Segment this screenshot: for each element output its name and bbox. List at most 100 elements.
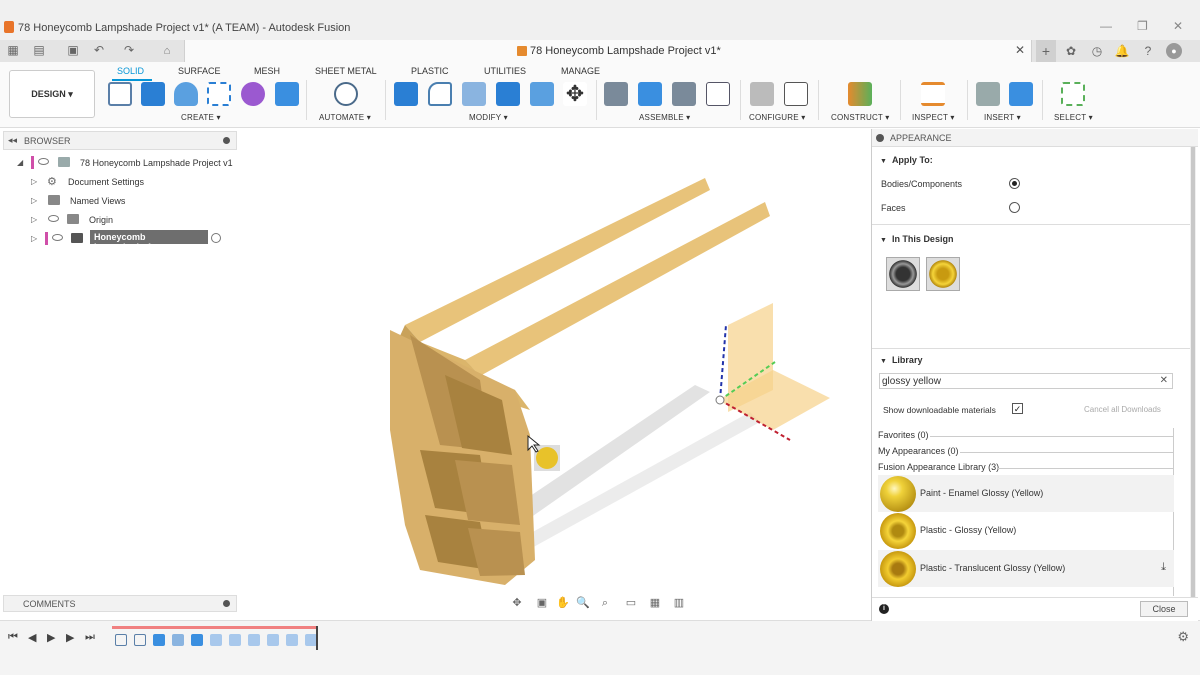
design-appearance-swatch[interactable]	[886, 257, 920, 291]
configure-group-label[interactable]: CONFIGURE ▾	[749, 113, 805, 122]
library-heading[interactable]: ▼ Library	[880, 355, 922, 365]
comments-pin-icon[interactable]	[223, 600, 230, 607]
move-icon[interactable]: ✥	[563, 82, 587, 106]
combine-icon[interactable]	[530, 82, 554, 106]
apply-to-heading[interactable]: ▼ Apply To:	[880, 155, 933, 165]
tab-solid[interactable]: SOLID	[117, 66, 144, 76]
in-this-design-heading[interactable]: ▼ In This Design	[880, 234, 953, 244]
create-sketch-icon[interactable]	[108, 82, 132, 106]
expand-arrow-icon[interactable]: ▷	[31, 234, 37, 243]
panel-scrollbar[interactable]	[1190, 147, 1196, 597]
list-item-fusion-library[interactable]: Fusion Appearance Library (3)	[878, 462, 1174, 472]
create-group-label[interactable]: CREATE ▾	[181, 113, 221, 122]
insert-image-icon[interactable]	[1009, 82, 1033, 106]
timeline-fillet[interactable]	[229, 634, 241, 646]
profile-avatar[interactable]: ●	[1166, 43, 1182, 59]
document-tab[interactable]: 78 Honeycomb Lampshade Project v1* ✕	[184, 40, 1032, 62]
visibility-eye-icon[interactable]	[48, 215, 59, 222]
orbit-icon[interactable]: ✥	[510, 596, 524, 610]
extrude-icon[interactable]	[141, 82, 165, 106]
box-icon[interactable]	[275, 82, 299, 106]
collapse-arrow-icon[interactable]: ▼	[880, 158, 887, 165]
timeline-fillet[interactable]	[286, 634, 298, 646]
comments-panel-header[interactable]: COMMENTS	[3, 595, 237, 612]
timeline-marker[interactable]	[316, 626, 318, 650]
workspace-switcher[interactable]: DESIGN ▾	[9, 70, 95, 118]
press-pull-icon[interactable]	[394, 82, 418, 106]
extensions-icon[interactable]: ✿	[1063, 43, 1079, 59]
construct-group-label[interactable]: CONSTRUCT ▾	[831, 113, 890, 122]
assemble-group-label[interactable]: ASSEMBLE ▾	[639, 113, 690, 122]
timeline-prev-icon[interactable]: ◀	[28, 631, 36, 644]
clear-search-icon[interactable]: ✕	[1160, 375, 1168, 386]
viewports-icon[interactable]: ▥	[672, 596, 686, 610]
timeline-sketch[interactable]	[115, 634, 127, 646]
new-component-icon[interactable]	[604, 82, 628, 106]
visibility-eye-icon[interactable]	[38, 158, 49, 165]
insert-group-label[interactable]: INSERT ▾	[984, 113, 1021, 122]
insert-derive-icon[interactable]	[976, 82, 1000, 106]
pan-icon[interactable]: ✋	[556, 596, 570, 610]
browser-item-honeycomb-lampshade[interactable]: ▷ Honeycomb Lampshade:1	[0, 230, 240, 252]
redo-icon[interactable]: ↷	[122, 43, 136, 57]
expand-arrow-icon[interactable]: ▷	[31, 196, 37, 205]
timeline-track[interactable]	[112, 626, 318, 650]
timeline-sketch[interactable]	[134, 634, 146, 646]
close-window-button[interactable]: ✕	[1173, 19, 1183, 33]
fit-icon[interactable]: ⌕	[598, 596, 612, 610]
measure-icon[interactable]	[921, 82, 945, 106]
timeline-play-icon[interactable]: ▶	[47, 631, 55, 644]
modify-group-label[interactable]: MODIFY ▾	[469, 113, 508, 122]
collapse-arrow-icon[interactable]: ◢	[17, 158, 23, 167]
timeline-settings-icon[interactable]: ⚙	[1177, 629, 1189, 645]
list-item-favorites[interactable]: Favorites (0)	[878, 430, 1174, 440]
tab-surface[interactable]: SURFACE	[178, 66, 221, 76]
3d-viewport[interactable]	[240, 130, 870, 618]
cancel-downloads-link[interactable]: Cancel all Downloads	[1084, 405, 1161, 414]
close-tab-icon[interactable]: ✕	[1015, 43, 1025, 57]
app-grid-icon[interactable]: ▦	[6, 43, 20, 57]
list-item-my-appearances[interactable]: My Appearances (0)	[878, 446, 1174, 456]
notifications-icon[interactable]: 🔔	[1114, 43, 1130, 59]
info-icon[interactable]: i	[879, 604, 889, 614]
timeline-start-icon[interactable]: ⏮	[8, 631, 18, 644]
home-icon[interactable]: ⌂	[157, 43, 177, 59]
faces-radio[interactable]	[1009, 202, 1020, 213]
tab-plastic[interactable]: PLASTIC	[411, 66, 449, 76]
zoom-icon[interactable]: 🔍	[576, 596, 590, 610]
browser-item-origin[interactable]: ▷ Origin	[0, 211, 240, 229]
tab-sheet-metal[interactable]: SHEET METAL	[315, 66, 377, 76]
timeline-feature[interactable]	[191, 634, 203, 646]
joint-origin-icon[interactable]	[706, 82, 730, 106]
inspect-group-label[interactable]: INSPECT ▾	[912, 113, 955, 122]
scrollbar-thumb[interactable]	[1191, 147, 1195, 597]
automate-icon[interactable]	[334, 82, 358, 106]
browser-root-row[interactable]: ◢ 78 Honeycomb Lampshade Project v1	[0, 154, 240, 172]
tab-mesh[interactable]: MESH	[254, 66, 280, 76]
collapse-arrow-icon[interactable]: ▼	[880, 358, 887, 365]
material-row[interactable]: Plastic - Glossy (Yellow)	[878, 512, 1174, 549]
library-search-input[interactable]: glossy yellow ✕	[879, 373, 1173, 389]
grid-icon[interactable]: ▦	[648, 596, 662, 610]
material-row[interactable]: Plastic - Translucent Glossy (Yellow) ⤓	[878, 550, 1174, 587]
bodies-components-radio[interactable]	[1009, 178, 1020, 189]
shell-icon[interactable]	[496, 82, 520, 106]
timeline-fillet[interactable]	[248, 634, 260, 646]
collapse-browser-icon[interactable]: ◂◂	[8, 135, 17, 146]
configure-icon[interactable]	[750, 82, 774, 106]
timeline-end-icon[interactable]: ⏭	[85, 631, 95, 644]
collapse-arrow-icon[interactable]: ▼	[880, 237, 887, 244]
tab-manage[interactable]: MANAGE	[561, 66, 600, 76]
timeline-next-icon[interactable]: ▶	[66, 631, 74, 644]
hole-icon[interactable]	[207, 82, 231, 106]
maximize-button[interactable]: ❐	[1137, 19, 1148, 33]
visibility-eye-icon[interactable]	[52, 234, 63, 241]
browser-pin-icon[interactable]	[223, 137, 230, 144]
browser-panel-header[interactable]: ◂◂ BROWSER	[3, 131, 237, 150]
browser-item-document-settings[interactable]: ▷ ⚙ Document Settings	[0, 173, 240, 191]
browser-item-named-views[interactable]: ▷ Named Views	[0, 192, 240, 210]
timeline-extrude[interactable]	[153, 634, 165, 646]
joint-icon[interactable]	[638, 82, 662, 106]
timeline-feature[interactable]	[172, 634, 184, 646]
activate-radio-icon[interactable]	[211, 233, 221, 243]
